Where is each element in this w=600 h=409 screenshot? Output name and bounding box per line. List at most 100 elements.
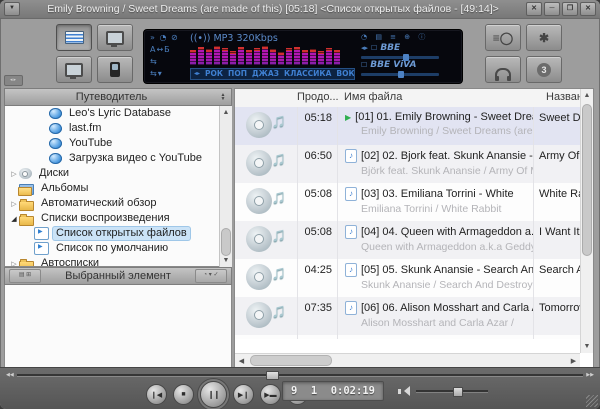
expand-arrow-icon[interactable]: ▷: [9, 170, 19, 178]
playlist-row[interactable]: ♫ 06:08♪[07] 07. Yoav feat. Emily Brownin…: [235, 335, 580, 339]
artwork-cell: ♫: [235, 145, 297, 183]
titlebar[interactable]: ▼ Emily Browning / Sweet Dreams (are mad…: [0, 0, 600, 19]
playlist-row[interactable]: ♫ 04:25 ♪ [05] 05. Skunk Anansie - Search A…: [235, 259, 580, 297]
selected-element-header[interactable]: ▤ ⊞ Выбранный элемент ◔ ▾ ✓: [4, 267, 232, 285]
playlist-row[interactable]: ♫ 05:08 ♪ [03] 03. Emiliana Torrini - White…: [235, 183, 580, 221]
playlist-scroll-thumb[interactable]: [582, 104, 592, 256]
selected-element-left-button[interactable]: ▤ ⊞: [9, 269, 41, 283]
eq-preset-chip[interactable]: ПОП: [228, 69, 247, 78]
duration-column-header[interactable]: Продо...: [297, 89, 339, 107]
expand-arrow-icon[interactable]: ▷: [9, 260, 19, 267]
playlist-vscrollbar[interactable]: ▲ ▼: [580, 89, 593, 353]
sidebar-item-label: Альбомы: [41, 182, 89, 194]
maximize-button[interactable]: ❐: [562, 2, 578, 16]
stop-button[interactable]: ■: [173, 384, 194, 405]
sidebar-item[interactable]: last.fm: [5, 121, 231, 136]
visualization-button[interactable]: [56, 56, 92, 83]
duration-cell: 05:08: [297, 221, 337, 259]
title-cell: I Want It All: [533, 221, 580, 259]
next-button[interactable]: ▶❙: [233, 384, 254, 405]
scroll-up-icon[interactable]: ▲: [581, 89, 593, 102]
artist-line: Skunk Anansie / Search And Destroy: [361, 279, 533, 291]
tray-button[interactable]: ✕: [526, 2, 542, 16]
eq-bar: [262, 46, 268, 65]
bbe-slider[interactable]: [361, 54, 439, 61]
close-button[interactable]: ✕: [580, 2, 596, 16]
sidebar-item[interactable]: Leo's Lyric Database: [5, 106, 231, 121]
sidebar-item[interactable]: Список открытых файлов: [5, 226, 231, 241]
bbe-viva-slider[interactable]: [361, 71, 439, 78]
sidebar-header[interactable]: Путеводитель ▲ ▼: [4, 88, 232, 106]
pause-button[interactable]: ❙❙: [200, 381, 227, 408]
filename-column-header[interactable]: Имя файла: [337, 89, 541, 107]
tree-scroll-thumb[interactable]: [221, 228, 231, 256]
playlist-row[interactable]: ♫ 06:50 ♪ [02] 02. Bjork feat. Skunk Anansi…: [235, 145, 580, 183]
eq-preset-chip[interactable]: КЛАССИКА: [284, 69, 331, 78]
playlist-hscroll-thumb[interactable]: [250, 355, 332, 366]
bbe-viva-checkbox[interactable]: ☐: [361, 61, 367, 70]
sidebar-item[interactable]: Альбомы: [5, 181, 231, 196]
playlist-row[interactable]: ♫ 07:35 ♪ [06] 06. Alison Mosshart and Carl…: [235, 297, 580, 335]
sidebar-item[interactable]: Загрузка видео с YouTube: [5, 151, 231, 166]
playlist-row[interactable]: ♫ 05:08 ♪ [04] 04. Queen with Armageddon a.…: [235, 221, 580, 259]
bbe-viva-slider-knob[interactable]: [398, 71, 405, 78]
sidebar-item[interactable]: ◢ Списки воспроизведения: [5, 211, 231, 226]
minimize-button[interactable]: ─: [544, 2, 560, 16]
open-files-button[interactable]: ▶▬: [260, 384, 281, 405]
artist-line: Björk feat. Skunk Anansie / Army Of Me: [361, 165, 533, 177]
scroll-down-icon[interactable]: ▼: [581, 340, 593, 353]
tree-scrollbar[interactable]: ▲ ▼: [219, 106, 232, 267]
toolbar-collapse-handle[interactable]: ◂▸: [4, 75, 23, 86]
shuffle-toggle[interactable]: ⇆▾: [150, 69, 190, 78]
sidebar-item[interactable]: YouTube: [5, 136, 231, 151]
album-art-icon: ♫: [246, 148, 286, 180]
scroll-down-icon[interactable]: ▼: [220, 254, 232, 267]
repeat-toggle[interactable]: ⇆: [150, 57, 190, 66]
sidebar-item[interactable]: ▷ Диски: [5, 166, 231, 181]
seek-track[interactable]: [16, 371, 584, 380]
speaker-icon[interactable]: [398, 385, 410, 397]
volume-track[interactable]: [416, 386, 488, 397]
resize-grip[interactable]: [586, 395, 598, 407]
collapse-arrow-icon[interactable]: ◢: [9, 215, 19, 223]
sidebar-item[interactable]: Список по умолчанию: [5, 241, 231, 256]
portable-device-button[interactable]: [97, 56, 133, 83]
window-menu-button[interactable]: ▼: [4, 2, 20, 16]
ab-repeat-toggle[interactable]: А↔Б: [150, 45, 190, 54]
panel-spinner-icon[interactable]: ▲ ▼: [218, 93, 228, 102]
duration-cell: 07:35: [297, 297, 337, 335]
seekbar[interactable]: ◀◀ ▶▶: [6, 371, 594, 380]
previous-button[interactable]: ❙◀: [146, 384, 167, 405]
volume-control: [398, 385, 488, 397]
close-icon: ✕: [585, 5, 591, 12]
eq-preset-chip[interactable]: ВОКАЛ: [336, 69, 354, 78]
duration-cell: 06:50: [297, 145, 337, 183]
expand-arrow-icon[interactable]: ▷: [9, 200, 19, 208]
album-art-icon: ♫: [246, 262, 286, 294]
sidebar-item-label: Автоматический обзор: [41, 197, 157, 209]
effects-button[interactable]: ✱: [526, 24, 562, 51]
playlist-row[interactable]: ♫ 05:18 ▶ [01] 01. Emily Browning - Sweet D…: [235, 107, 580, 145]
volume-knob[interactable]: [453, 386, 464, 397]
preset-scroll-icon[interactable]: ◂▸: [194, 70, 200, 77]
equalizer-button[interactable]: ≡◯: [485, 24, 521, 51]
seek-back-icon[interactable]: ◀◀: [6, 372, 14, 379]
selected-element-right-button[interactable]: ◔ ▾ ✓: [195, 269, 227, 283]
scroll-right-icon[interactable]: ▶: [567, 357, 580, 365]
file-name-text: [02] 02. Bjork feat. Skunk Anansie - Arm…: [361, 150, 533, 162]
scroll-up-icon[interactable]: ▲: [220, 106, 232, 119]
playlist-hscrollbar[interactable]: ◀ ▶: [235, 353, 580, 367]
headphones-button[interactable]: [485, 56, 521, 83]
seek-knob[interactable]: [266, 371, 279, 380]
bbe-slider-knob[interactable]: [403, 54, 410, 61]
eq-preset-chip[interactable]: РОК: [205, 69, 223, 78]
sidebar-item[interactable]: ▷ Автоматический обзор: [5, 196, 231, 211]
scroll-left-icon[interactable]: ◀: [235, 357, 248, 365]
playlist-view-button[interactable]: [56, 24, 92, 51]
bbe-checkbox[interactable]: ☐: [371, 44, 377, 53]
seek-forward-icon[interactable]: ▶▶: [586, 372, 594, 379]
sidebar-item[interactable]: ▷ Автосписки: [5, 256, 231, 267]
eq-preset-chip[interactable]: ДЖАЗ: [252, 69, 279, 78]
dsp3-button[interactable]: 3: [526, 56, 562, 83]
video-window-button[interactable]: [97, 24, 133, 51]
